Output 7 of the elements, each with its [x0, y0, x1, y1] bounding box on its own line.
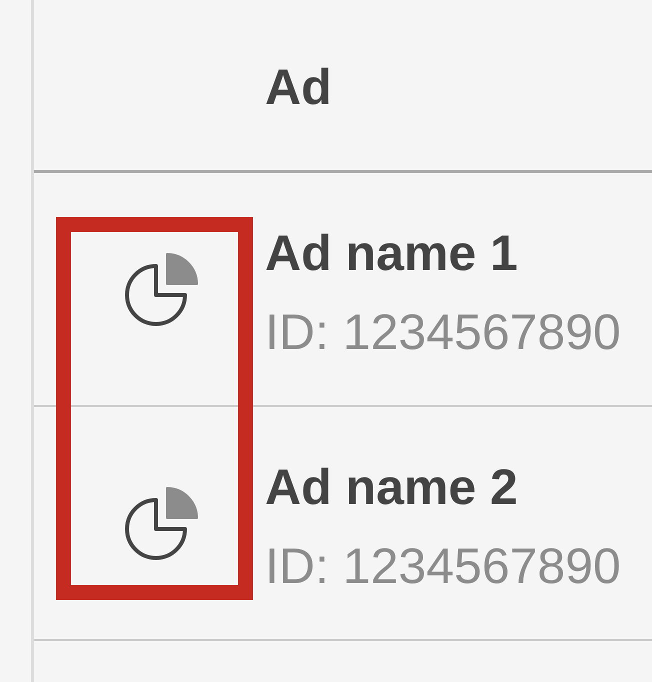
ad-id-text: ID: 1234567890 [265, 537, 621, 595]
ad-id-text: ID: 1234567890 [265, 303, 621, 361]
ad-name: Ad name 2 [265, 458, 518, 516]
ad-name: Ad name 1 [265, 224, 518, 282]
column-header: Ad [265, 58, 332, 116]
pie-chart-icon [125, 487, 199, 561]
pie-chart-icon [125, 253, 199, 327]
